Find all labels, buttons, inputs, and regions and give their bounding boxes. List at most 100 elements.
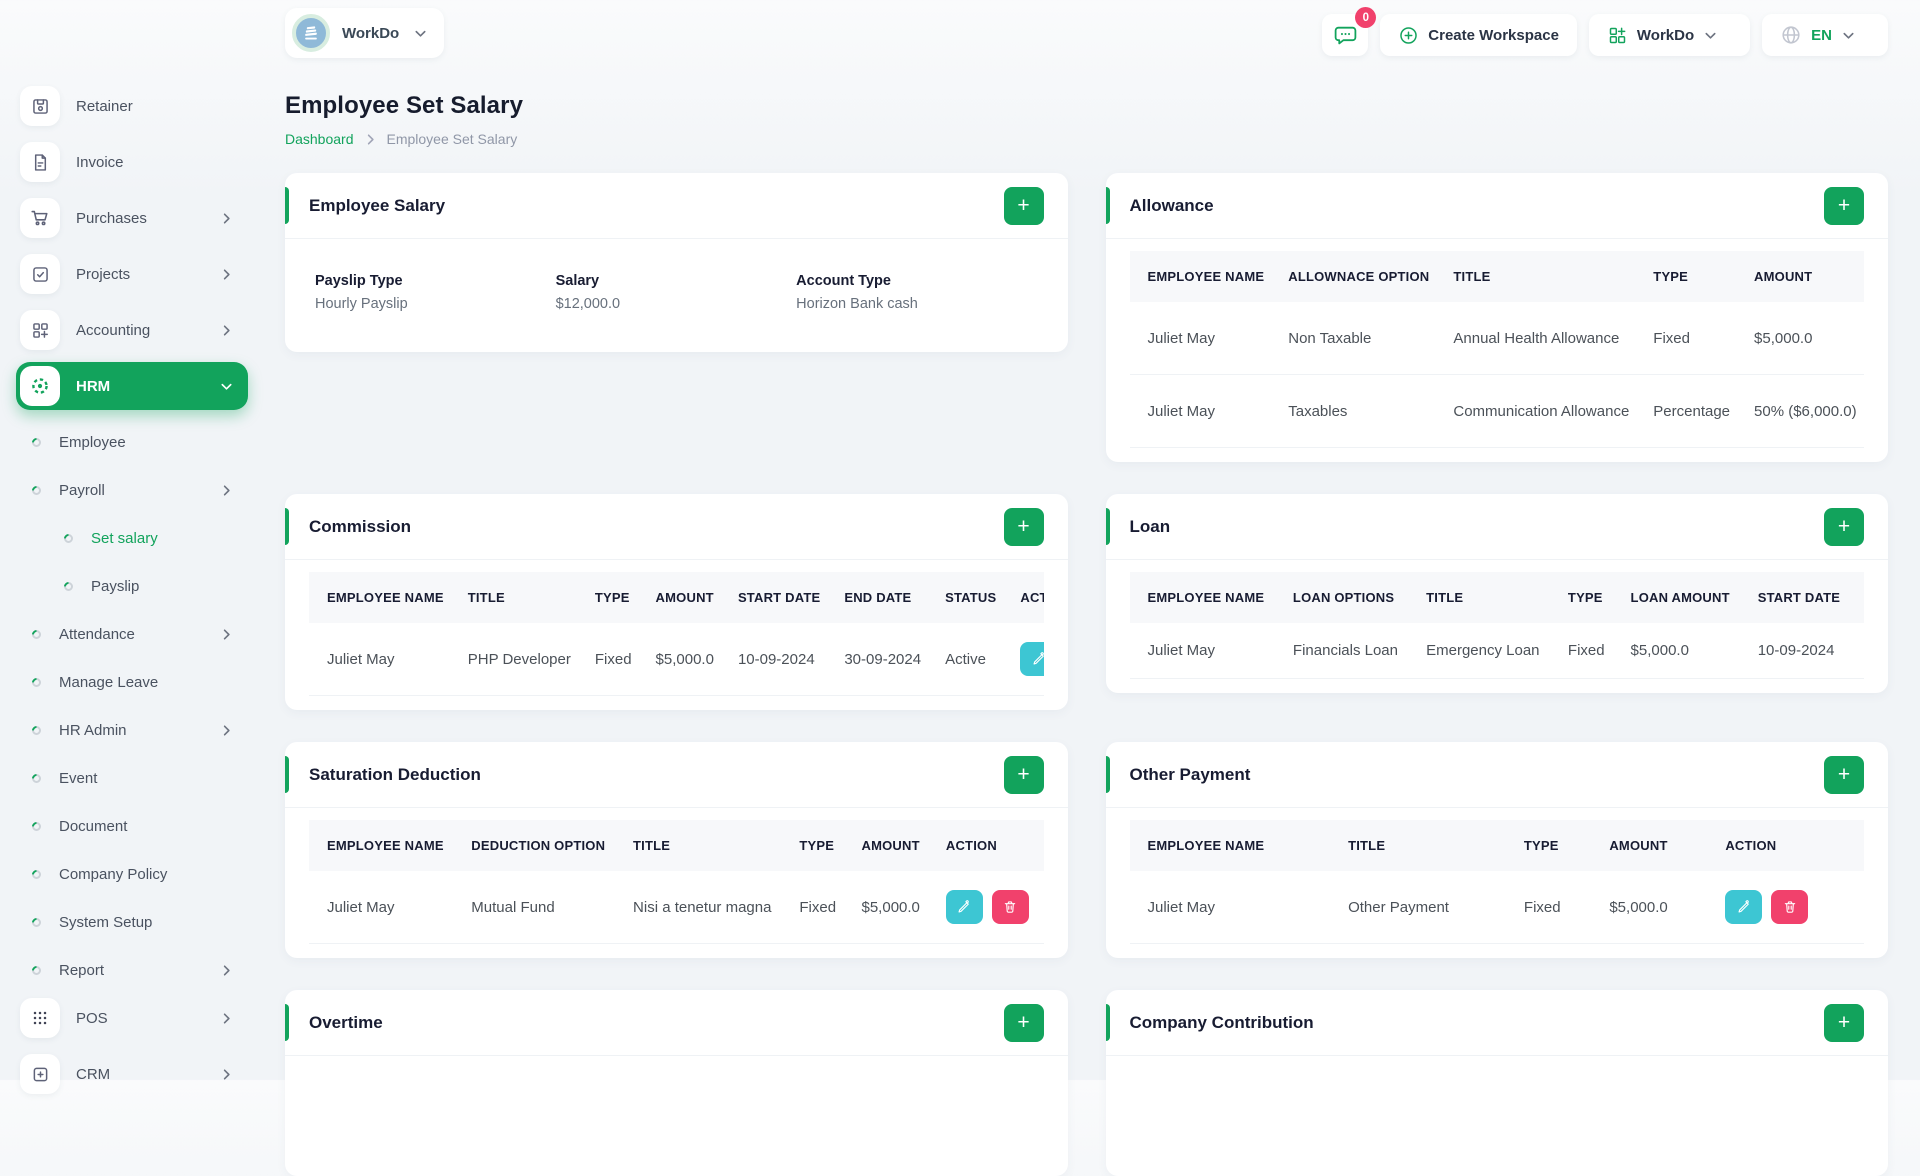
loan-card: Loan + EMPLOYEE NAME LOAN OPTIONS TITLE TYP… [1105,494,1888,693]
column-header-type: TYPE [799,838,835,853]
chevron-right-icon [219,723,234,738]
sidebar-item-label: Payslip [91,577,140,595]
messages-button[interactable]: 0 [1322,7,1377,56]
other-payment-delete-button[interactable] [1771,890,1809,924]
sidebar-item-label: Projects [76,265,131,283]
page-head: Employee Set Salary Dashboard Employee S… [285,92,1888,147]
sidebar-item-payroll[interactable]: Payroll [20,466,248,514]
workspace-switcher[interactable]: WorkDo [285,8,445,58]
saturation-deduction-add-button[interactable]: + [1003,755,1044,794]
page-title: Employee Set Salary [285,92,524,119]
sidebar-item-event[interactable]: Event [20,754,248,802]
table-cell: Juliet May [309,871,460,944]
employee-salary-add-button[interactable]: + [1003,186,1044,225]
field-value: Horizon Bank cash [796,296,918,312]
pos-icon [20,998,60,1038]
field-salary: Salary $12,000.0 [556,273,797,312]
table-cell: PHP Developer [455,623,583,696]
saturation-deduction-edit-button[interactable] [945,890,983,924]
sidebar-item-projects[interactable]: Projects [20,250,248,298]
card-body: EMPLOYEE NAME DEDUCTION OPTION TITLE TYPE AM… [285,808,1068,958]
sidebar-item-employee[interactable]: Employee [20,418,248,466]
sidebar-item-invoice[interactable]: Invoice [20,138,248,186]
globe-icon [1780,24,1802,46]
chevron-right-icon [219,1067,234,1082]
company-contribution-add-button[interactable]: + [1824,1003,1864,1042]
column-header-type: TYPE [1567,590,1603,605]
table-header-row: EMPLOYEE NAME DEDUCTION OPTION TITLE TYPE AM… [309,820,1044,871]
breadcrumb-dashboard-link[interactable]: Dashboard [285,131,354,147]
sidebar-item-purchases[interactable]: Purchases [20,194,248,242]
commission-edit-button[interactable] [1020,642,1044,676]
sidebar-item-accounting[interactable]: Accounting [20,306,248,354]
chevron-right-icon [219,627,234,642]
column-header-employee-name: EMPLOYEE NAME [327,838,444,853]
table-header-row: EMPLOYEE NAME TITLE TYPE AMOUNT START DATE EN… [309,572,1044,623]
overtime-add-button[interactable]: + [1003,1003,1044,1042]
sidebar-item-label: Purchases [76,209,147,227]
hrm-icon [20,366,60,406]
sidebar-item-payslip[interactable]: Payslip [20,562,248,610]
card-title: Other Payment [1129,764,1251,784]
column-header-title: TITLE [467,590,505,605]
field-label: Salary [555,273,600,289]
saturation-deduction-delete-button[interactable] [991,890,1029,924]
sidebar-item-company-policy[interactable]: Company Policy [20,850,248,898]
language-selector[interactable]: EN [1762,14,1888,56]
sidebar-item-system-setup[interactable]: System Setup [20,898,248,946]
sidebar-item-manage-leave[interactable]: Manage Leave [20,658,248,706]
commission-add-button[interactable]: + [1003,507,1044,546]
card-header: Employee Salary + [285,173,1068,239]
actions-cell [1008,623,1044,696]
card-title: Allowance [1129,195,1214,215]
table-header-row: EMPLOYEE NAME ALLOWNACE OPTION TITLE TYPE AM… [1129,251,1864,302]
sidebar-item-attendance[interactable]: Attendance [20,610,248,658]
card-header: Saturation Deduction + [285,742,1068,808]
sidebar-item-document[interactable]: Document [20,802,248,850]
sidebar-item-hr-admin[interactable]: HR Admin [20,706,248,754]
topbar: WorkDo 0 Create Workspace WorkDo EN [285,0,1888,64]
workdo-menu-button[interactable]: WorkDo [1588,14,1751,56]
bullet-icon [30,915,43,929]
table-cell: $5,000.0 [1618,623,1746,679]
column-header-title: TITLE [633,838,671,853]
sidebar-item-label: Accounting [76,321,151,339]
loan-add-button[interactable]: + [1824,507,1864,546]
commission-table: EMPLOYEE NAME TITLE TYPE AMOUNT START DATE EN… [309,572,1044,696]
card-body: EMPLOYEE NAME TITLE TYPE AMOUNT START DATE EN… [285,560,1068,710]
sidebar-item-crm[interactable]: CRM [20,1050,248,1098]
sidebar-item-hrm[interactable]: HRM [16,362,248,410]
table-cell: 50% ($6,000.0) [1742,374,1864,448]
create-workspace-button[interactable]: Create Workspace [1380,14,1577,56]
invoice-icon [20,142,60,182]
chevron-down-icon [219,379,234,394]
card-accent-bar [1105,1004,1110,1041]
field-label: Payslip Type [315,273,403,289]
table-cell: 30-09-2024 [1855,623,1864,679]
column-header-title: TITLE [1348,838,1386,853]
card-body [285,1056,1068,1176]
sidebar-item-label: Invoice [76,153,124,171]
allowance-add-button[interactable]: + [1824,186,1864,225]
sidebar-item-label: Set salary [91,529,158,547]
table-row: Juliet May Mutual Fund Nisi a tenetur magn… [309,871,1044,944]
card-title: Employee Salary [309,195,446,215]
field-value: Hourly Payslip [315,296,408,312]
sidebar-item-pos[interactable]: POS [20,994,248,1042]
sidebar-item-retainer[interactable]: Retainer [20,82,248,130]
table-cell: Communication Allowance [1441,374,1642,448]
column-header-loan-options: LOAN OPTIONS [1292,590,1395,605]
saturation-deduction-card: Saturation Deduction + EMPLOYEE NAME DEDU… [285,742,1068,958]
table-cell: Financials Loan [1280,623,1415,679]
other-payment-edit-button[interactable] [1725,890,1763,924]
field-value: $12,000.0 [555,296,621,312]
column-header-status: STATUS [945,590,997,605]
workspace-name: WorkDo [342,24,400,42]
table-header-row: EMPLOYEE NAME LOAN OPTIONS TITLE TYPE LOAN A… [1129,572,1864,623]
sidebar-item-set-salary[interactable]: Set salary [20,514,248,562]
other-payment-add-button[interactable]: + [1824,755,1864,794]
table-cell: 10-09-2024 [1745,623,1856,679]
table-cell: $5,000.0 [1742,302,1864,375]
column-header-type: TYPE [594,590,630,605]
sidebar-item-report[interactable]: Report [20,946,248,994]
